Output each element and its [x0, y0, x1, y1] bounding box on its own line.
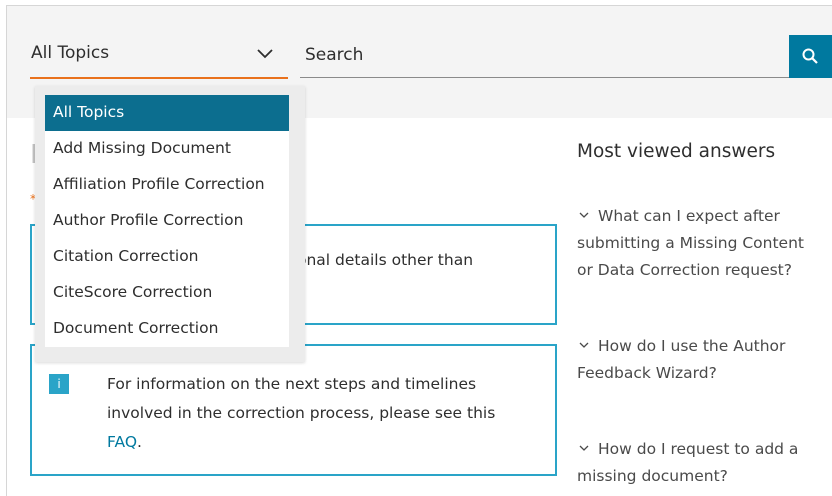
search-button[interactable]	[789, 35, 832, 78]
topic-select-value: All Topics	[31, 43, 110, 63]
faq-link[interactable]: FAQ	[107, 433, 137, 451]
chevron-down-icon	[579, 445, 589, 451]
most-viewed-item[interactable]: How do I request to add a missing docume…	[577, 436, 822, 490]
notice-body: For information on the next steps and ti…	[107, 375, 496, 422]
topic-option-citescore-correction[interactable]: CiteScore Correction	[45, 275, 289, 311]
most-viewed-item-label: How do I use the Author Feedback Wizard?	[577, 337, 786, 382]
most-viewed-item[interactable]: What can I expect after submitting a Mis…	[577, 203, 822, 284]
notice-box-next-steps: i For information on the next steps and …	[30, 344, 557, 476]
search-input[interactable]	[303, 41, 777, 69]
topic-option-affiliation-profile-correction[interactable]: Affiliation Profile Correction	[45, 167, 289, 203]
notice-end: .	[137, 433, 142, 451]
topic-option-document-correction[interactable]: Document Correction	[45, 311, 289, 347]
topic-option-add-missing-document[interactable]: Add Missing Document	[45, 131, 289, 167]
info-icon: i	[49, 374, 69, 394]
topic-options: All Topics Add Missing Document Affiliat…	[45, 95, 289, 347]
notice-text: For information on the next steps and ti…	[107, 370, 527, 457]
chevron-down-icon	[257, 49, 273, 59]
topic-option-all-topics[interactable]: All Topics	[45, 95, 289, 131]
topic-option-citation-correction[interactable]: Citation Correction	[45, 239, 289, 275]
most-viewed-item-label: How do I request to add a missing docume…	[577, 440, 799, 485]
chevron-down-icon	[579, 212, 589, 218]
most-viewed-item-label: What can I expect after submitting a Mis…	[577, 207, 804, 279]
topic-option-author-profile-correction[interactable]: Author Profile Correction	[45, 203, 289, 239]
topic-dropdown: All Topics Add Missing Document Affiliat…	[35, 86, 305, 362]
topic-select[interactable]: All Topics	[30, 35, 288, 79]
search-field	[300, 35, 790, 78]
most-viewed-item[interactable]: How do I use the Author Feedback Wizard?	[577, 333, 822, 387]
chevron-down-icon	[579, 342, 589, 348]
most-viewed-title: Most viewed answers	[577, 141, 776, 162]
search-icon	[802, 48, 818, 64]
